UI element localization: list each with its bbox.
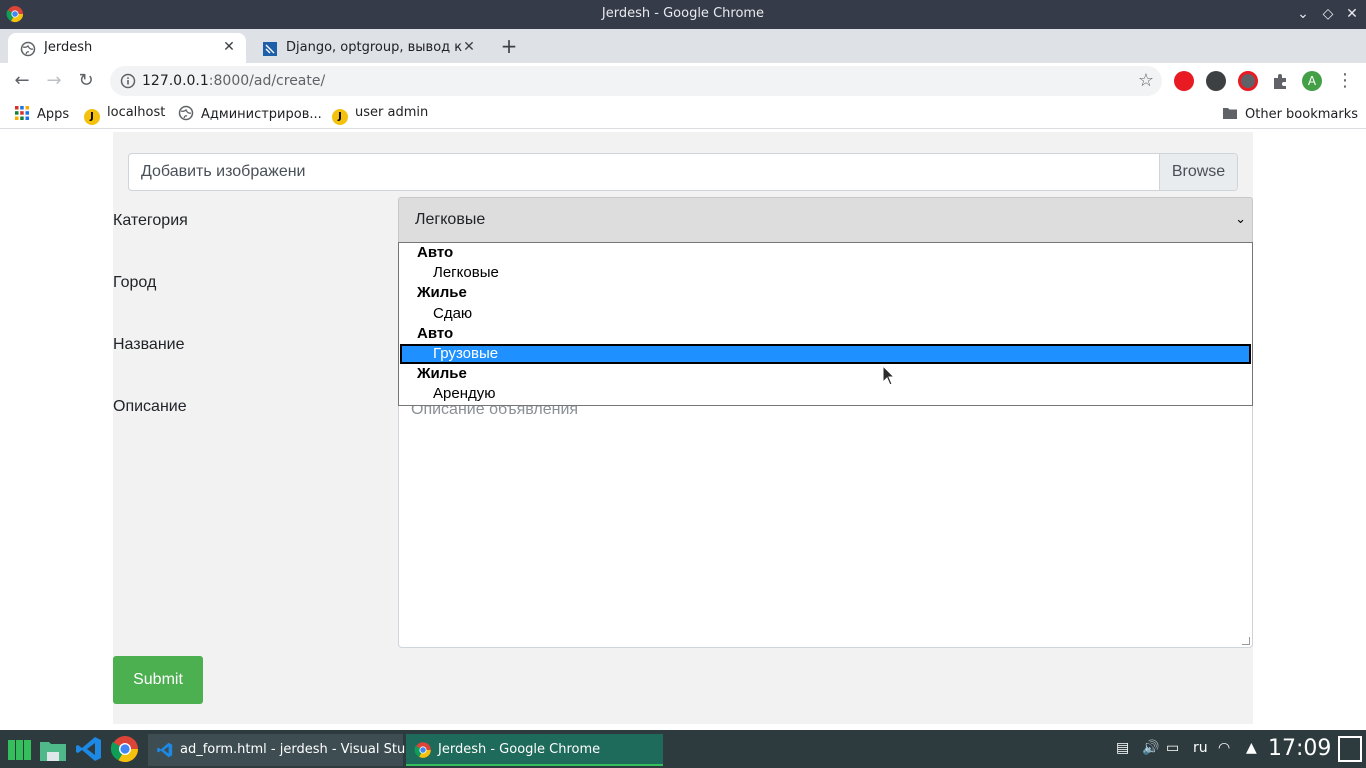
bookmark-label: Администриров...: [201, 107, 322, 122]
bookmark-label: Apps: [37, 107, 70, 122]
task-chrome[interactable]: Jerdesh - Google Chrome: [406, 734, 663, 766]
bookmark-localhost[interactable]: Jlocalhost: [84, 105, 165, 125]
puzzle-icon[interactable]: [1270, 71, 1290, 91]
optgroup-auto: Авто: [417, 244, 454, 261]
volume-icon[interactable]: 🔊: [1142, 740, 1159, 756]
window-title-bar: Jerdesh - Google Chrome ⌄ ◇ ✕: [0, 0, 1366, 29]
j-favicon-icon: J: [332, 109, 348, 125]
chrome-icon[interactable]: [110, 734, 140, 764]
tab-django-optgroup[interactable]: Django, optgroup, вывод кат ✕: [250, 33, 486, 63]
close-window-icon[interactable]: ✕: [1342, 4, 1362, 24]
reload-icon[interactable]: ↻: [74, 69, 98, 93]
option-gruzovye[interactable]: Грузовые: [400, 344, 1251, 364]
bookmark-admin[interactable]: Администриров...: [178, 105, 322, 122]
menu-kebab-icon[interactable]: ⋮: [1333, 69, 1357, 93]
show-desktop-button[interactable]: [1338, 736, 1362, 762]
globe-icon: [178, 105, 194, 121]
taskbar: ad_form.html - jerdesh - Visual Stu... J…: [0, 730, 1366, 768]
bookmark-apps[interactable]: Apps: [14, 105, 69, 122]
profile-avatar[interactable]: A: [1302, 71, 1322, 91]
tab-label: Jerdesh: [44, 40, 93, 55]
adblock-extension-icon[interactable]: [1174, 71, 1194, 91]
option-legkovye[interactable]: Легковые: [400, 263, 1251, 283]
file-input-placeholder: Добавить изображени: [141, 163, 306, 180]
battery-icon[interactable]: ▭: [1166, 740, 1179, 756]
bookmark-label: user admin: [355, 105, 429, 120]
other-bookmarks-label: Other bookmarks: [1245, 107, 1359, 122]
url-host: 127.0.0.1: [142, 73, 209, 89]
j-favicon-icon: J: [84, 109, 100, 125]
description-label: Описание: [113, 398, 187, 415]
chevron-down-icon: ⌄: [1235, 211, 1246, 226]
tab-jerdesh[interactable]: Jerdesh ✕: [8, 33, 246, 63]
clipboard-icon[interactable]: ▤: [1116, 740, 1129, 756]
category-dropdown-list[interactable]: Авто Легковые Жилье Сдаю Авто Грузовые Ж…: [398, 242, 1253, 406]
task-label: ad_form.html - jerdesh - Visual Stu...: [180, 742, 418, 757]
tab-close-icon[interactable]: ✕: [460, 38, 478, 56]
new-tab-button[interactable]: +: [498, 35, 520, 57]
document-icon: [263, 42, 277, 56]
bookmarks-bar: Apps Jlocalhost Администриров... Juser a…: [0, 99, 1366, 129]
browser-toolbar: ← → ↻ 127.0.0.1:8000/ad/create/ ☆ A ⋮: [0, 63, 1366, 99]
tab-close-icon[interactable]: ✕: [220, 38, 238, 56]
option-sdayu[interactable]: Сдаю: [400, 304, 1251, 324]
forward-icon[interactable]: →: [42, 69, 66, 93]
ad-form: Добавить изображени Browse Категория Лег…: [113, 132, 1253, 724]
clock[interactable]: 17:09: [1268, 736, 1331, 761]
bookmark-label: localhost: [107, 105, 166, 120]
maximize-icon[interactable]: ◇: [1318, 4, 1338, 24]
task-label: Jerdesh - Google Chrome: [438, 742, 601, 757]
other-bookmarks[interactable]: Other bookmarks: [1222, 105, 1358, 122]
browse-button[interactable]: Browse: [1159, 154, 1237, 190]
minimize-icon[interactable]: ⌄: [1293, 4, 1313, 24]
folder-icon: [1223, 108, 1237, 119]
tab-label: Django, optgroup, вывод кат: [286, 40, 462, 55]
address-bar[interactable]: 127.0.0.1:8000/ad/create/ ☆: [110, 66, 1162, 96]
task-vscode[interactable]: ad_form.html - jerdesh - Visual Stu...: [148, 734, 418, 766]
city-label: Город: [113, 274, 157, 291]
optgroup-auto: Авто: [417, 325, 454, 342]
category-select[interactable]: Легковые ⌄: [398, 197, 1253, 243]
vscode-icon: [157, 742, 173, 758]
wifi-icon[interactable]: ◠: [1218, 740, 1230, 756]
mouse-cursor-icon: [882, 365, 896, 386]
manjaro-menu-icon[interactable]: [4, 734, 34, 764]
image-file-input[interactable]: Добавить изображени Browse: [128, 153, 1238, 191]
keyboard-layout[interactable]: ru: [1193, 740, 1208, 756]
category-selected-value: Легковые: [415, 211, 486, 228]
record-extension-icon[interactable]: [1238, 71, 1258, 91]
file-manager-icon[interactable]: [38, 734, 68, 764]
tab-strip: Jerdesh ✕ Django, optgroup, вывод кат ✕ …: [0, 29, 1366, 63]
bookmark-user-admin[interactable]: Juser admin: [332, 105, 428, 125]
optgroup-housing: Жилье: [417, 284, 467, 301]
info-icon: [120, 73, 136, 89]
chrome-icon: [414, 742, 431, 758]
vscode-icon[interactable]: [74, 734, 104, 764]
window-title: Jerdesh - Google Chrome: [601, 6, 765, 21]
category-label: Категория: [113, 212, 188, 229]
page-content: Добавить изображени Browse Категория Лег…: [0, 130, 1366, 730]
globe-icon: [20, 41, 36, 57]
option-arenduyu[interactable]: Арендую: [400, 384, 1251, 404]
resize-handle-icon[interactable]: [1242, 637, 1250, 645]
download-extension-icon[interactable]: [1206, 71, 1226, 91]
back-icon[interactable]: ←: [10, 69, 34, 93]
optgroup-housing: Жилье: [417, 365, 467, 382]
url-path: :8000/ad/create/: [208, 73, 326, 89]
name-label: Название: [113, 336, 185, 353]
submit-button[interactable]: Submit: [113, 656, 203, 704]
bookmark-star-icon[interactable]: ☆: [1138, 70, 1154, 91]
tray-expand-icon[interactable]: ▲: [1246, 740, 1257, 756]
apps-grid-icon: [15, 106, 29, 120]
description-textarea[interactable]: Описание объявления: [398, 392, 1253, 648]
url-text: 127.0.0.1:8000/ad/create/: [142, 73, 325, 89]
